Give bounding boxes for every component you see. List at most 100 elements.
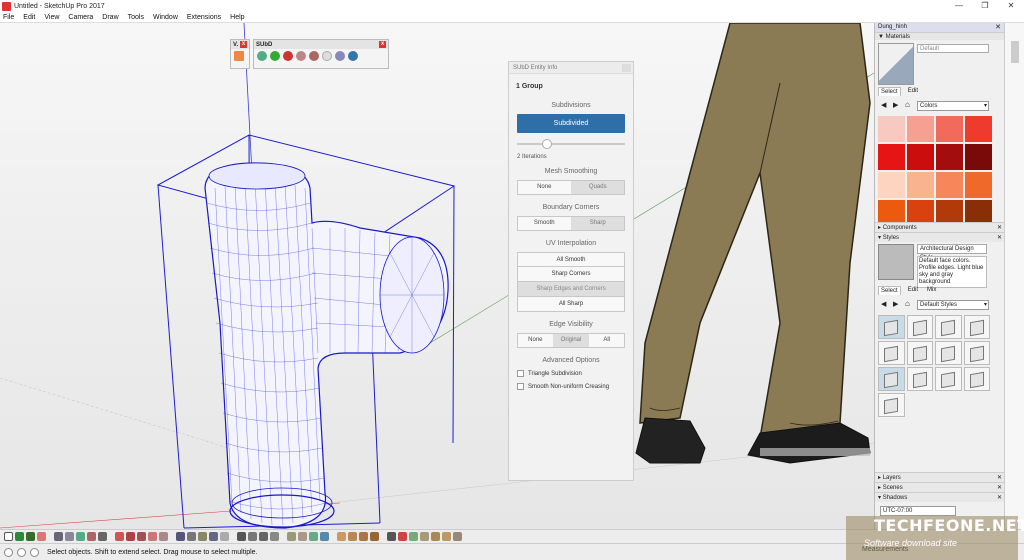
style-thumb[interactable] (906, 367, 933, 391)
color-swatch[interactable] (878, 172, 905, 198)
boundary-corners-smooth[interactable]: Smooth (518, 217, 572, 230)
color-swatch[interactable] (965, 116, 992, 142)
color-swatch[interactable] (907, 116, 934, 142)
styles-home-icon[interactable]: ⌂ (905, 299, 910, 308)
uv-all-sharp[interactable]: All Sharp (517, 297, 625, 312)
remove-crease-icon[interactable] (283, 51, 293, 61)
walk-icon[interactable] (298, 532, 307, 541)
eraser-icon[interactable] (37, 532, 46, 541)
nonuniform-creasing-checkbox[interactable] (517, 383, 524, 390)
layout-icon[interactable] (409, 532, 418, 541)
edge-visibility-original[interactable]: Original (553, 334, 590, 347)
style-thumb[interactable] (878, 315, 905, 339)
insert-loop-icon[interactable] (309, 51, 319, 61)
materials-header[interactable]: ▼ Materials (875, 32, 1004, 40)
follow-me-icon[interactable] (148, 532, 157, 541)
components-header[interactable]: ▸ Components ✕ (875, 222, 1005, 232)
extension-manager-icon[interactable] (420, 532, 429, 541)
menu-window[interactable]: Window (153, 14, 178, 21)
sandbox-icon[interactable] (337, 532, 346, 541)
solid-tools-icon[interactable] (431, 532, 440, 541)
style-thumb[interactable] (878, 367, 905, 391)
style-thumb[interactable] (963, 315, 990, 339)
tape-measure-icon[interactable] (176, 532, 185, 541)
flip-edge-icon[interactable] (370, 532, 379, 541)
style-thumb[interactable] (906, 315, 933, 339)
menu-tools[interactable]: Tools (128, 14, 144, 21)
make-component-icon[interactable] (15, 532, 24, 541)
style-thumb[interactable] (963, 341, 990, 365)
styles-back-icon[interactable]: ◀ (881, 300, 886, 308)
rotate-icon[interactable] (137, 532, 146, 541)
menu-edit[interactable]: Edit (23, 14, 35, 21)
select-loop-icon[interactable] (322, 51, 332, 61)
uv-all-smooth[interactable]: All Smooth (517, 252, 625, 267)
v-toolbar-close-icon[interactable]: x (240, 41, 247, 48)
style-thumb[interactable] (963, 367, 990, 391)
components-close-icon[interactable]: ✕ (997, 224, 1002, 231)
paint-bucket-icon[interactable] (26, 532, 35, 541)
sketchup-app-icon[interactable] (2, 1, 11, 11)
scenes-close-icon[interactable]: ✕ (997, 484, 1002, 491)
mesh-smoothing-none[interactable]: None (518, 181, 572, 194)
home-icon[interactable]: ⌂ (905, 100, 910, 109)
styles-close-icon[interactable]: ✕ (997, 234, 1002, 241)
measurements-box[interactable]: Measurements (862, 546, 908, 553)
style-thumb[interactable] (935, 367, 962, 391)
style-thumb[interactable] (878, 393, 905, 417)
subd-panel-close-button[interactable] (622, 64, 631, 72)
protractor-icon[interactable] (198, 532, 207, 541)
line-tool-icon[interactable] (54, 532, 63, 541)
materials-tab-edit[interactable]: Edit (906, 87, 920, 96)
knife-subdivide-icon[interactable] (296, 51, 306, 61)
freehand-icon[interactable] (65, 532, 74, 541)
uv-sharp-corners[interactable]: Sharp Corners (517, 267, 625, 282)
maximize-button[interactable]: ❐ (972, 0, 998, 12)
drape-icon[interactable] (359, 532, 368, 541)
modeling-viewport[interactable]: V. x SUbD x (0, 23, 874, 529)
iterations-slider[interactable] (517, 139, 625, 149)
utc-dropdown[interactable]: UTC-07:00 (880, 506, 956, 516)
style-thumb[interactable] (878, 341, 905, 365)
text-tool-icon[interactable] (209, 532, 218, 541)
subd-toolbar-close-icon[interactable]: x (379, 41, 386, 48)
info-icon[interactable] (4, 547, 13, 557)
triangle-subdivision-checkbox[interactable] (517, 370, 524, 377)
quad-face-icon[interactable] (335, 51, 345, 61)
style-name-field[interactable]: Architectural Design Style (917, 244, 987, 261)
tray-scroll-thumb[interactable] (1011, 41, 1019, 63)
iterations-slider-knob[interactable] (541, 139, 552, 149)
mesh-smoothing-quads[interactable]: Quads (571, 181, 624, 194)
push-pull-icon[interactable] (115, 532, 124, 541)
color-swatch[interactable] (965, 172, 992, 198)
zoom-extents-icon[interactable] (270, 532, 279, 541)
styles-dropdown[interactable]: Default Styles ▾ (917, 300, 989, 310)
styles-header[interactable]: ▾ Styles ✕ (875, 232, 1005, 242)
color-swatch[interactable] (936, 116, 963, 142)
section-plane-icon[interactable] (287, 532, 296, 541)
tray-scrollbar[interactable] (1004, 23, 1024, 529)
axes-icon[interactable] (220, 532, 229, 541)
layers-close-icon[interactable]: ✕ (997, 474, 1002, 481)
style-thumb[interactable] (935, 315, 962, 339)
tray-close-icon[interactable]: ✕ (995, 23, 1001, 31)
edge-visibility-none[interactable]: None (518, 334, 554, 347)
menu-view[interactable]: View (44, 14, 59, 21)
materials-tab-select[interactable]: Select (878, 87, 901, 96)
geo-location-icon[interactable] (17, 547, 26, 557)
back-arrow-icon[interactable]: ◀ (881, 101, 886, 109)
forward-arrow-icon[interactable]: ▶ (893, 101, 898, 109)
add-crease-icon[interactable] (270, 51, 280, 61)
menu-extensions[interactable]: Extensions (187, 14, 221, 21)
outer-shell-icon[interactable] (442, 532, 451, 541)
styles-forward-icon[interactable]: ▶ (893, 300, 898, 308)
subd-info-icon[interactable] (348, 51, 358, 61)
layers-header[interactable]: ▸ Layers ✕ (875, 472, 1005, 482)
zoom-icon[interactable] (259, 532, 268, 541)
styles-tab-select[interactable]: Select (878, 286, 901, 295)
extension-warehouse-icon[interactable] (398, 532, 407, 541)
shadows-header[interactable]: ▾ Shadows ✕ (875, 492, 1005, 502)
menu-camera[interactable]: Camera (68, 14, 93, 21)
edge-visibility-all[interactable]: All (589, 334, 624, 347)
nonuniform-creasing-option[interactable]: Smooth Non-uniform Creasing (517, 383, 625, 390)
